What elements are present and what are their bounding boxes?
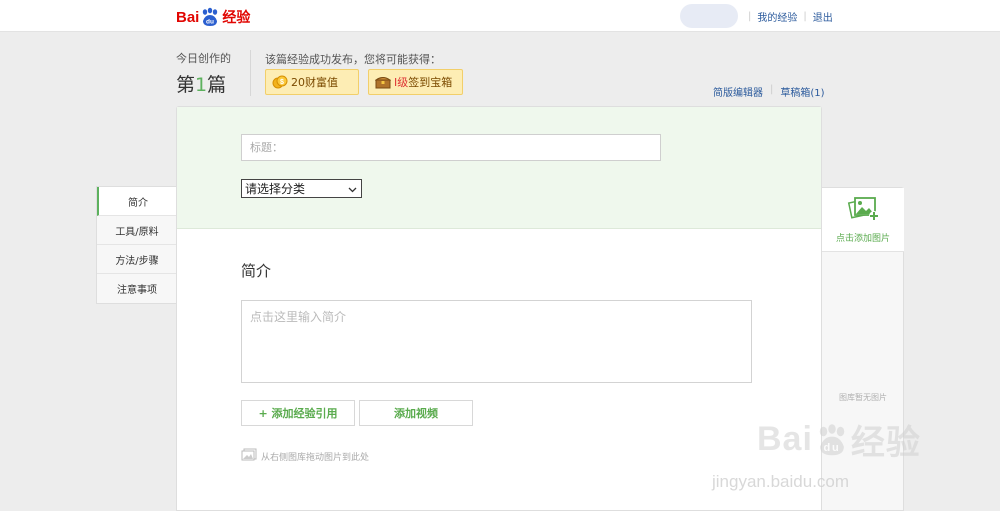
top-links: | 我的经验 | 退出 — [742, 9, 833, 24]
add-image-label: 点击添加图片 — [835, 234, 890, 244]
coin-icon: $ — [272, 74, 288, 90]
divider: | — [803, 11, 807, 22]
user-avatar[interactable] — [680, 4, 738, 28]
intro-heading: 简介 — [241, 262, 272, 280]
today-label: 今日创作的 — [176, 52, 231, 65]
watermark-jingyan: 经验 — [850, 424, 921, 462]
reward-label: 该篇经验成功发布，您将可能获得： — [265, 53, 441, 66]
level-text: 签到宝箱 — [408, 76, 453, 89]
title-section: 请选择分类 — [177, 107, 821, 229]
image-icon — [241, 448, 257, 464]
intro-textarea[interactable] — [241, 300, 752, 383]
add-quote-button[interactable]: + 添加经验引用 — [241, 400, 355, 426]
watermark-url: jingyan.baidu.com — [712, 472, 850, 491]
logo-text-du: du — [206, 19, 214, 26]
baidu-watermark: Bai du 经验 — [757, 415, 921, 464]
baidu-jingyan-logo[interactable]: Bai du 经验 — [176, 6, 250, 28]
divider: | — [770, 84, 774, 95]
treasure-chest-icon — [374, 74, 392, 90]
nav-item-tools[interactable]: 工具/原料 — [97, 216, 177, 245]
drag-hint-text: 从右侧图库拖动图片到此处 — [261, 452, 370, 463]
top-bar: Bai du 经验 | 我的经验 | 退出 — [0, 0, 1000, 32]
level-prefix: I级 — [394, 76, 409, 89]
watermark-logo: Bai du 经验 — [757, 415, 921, 464]
title-input[interactable] — [241, 134, 661, 161]
today-prefix: 第 — [176, 74, 196, 96]
my-jingyan-link[interactable]: 我的经验 — [757, 9, 797, 24]
watermark-paw-icon: du — [815, 423, 849, 457]
level-badge: I级 签到宝箱 — [368, 69, 463, 95]
logout-link[interactable]: 退出 — [813, 9, 833, 24]
today-suffix: 篇 — [207, 74, 227, 96]
nav-item-notes[interactable]: 注意事项 — [97, 274, 177, 303]
editor-card: 请选择分类 简介 + 添加经验引用 添加视频 从右侧图库拖动图片到此处 — [176, 106, 822, 511]
add-video-button[interactable]: 添加视频 — [359, 400, 473, 426]
logo-text-jingyan: 经验 — [222, 10, 251, 26]
chevron-down-icon — [348, 183, 357, 197]
logo-text-bai: Bai — [176, 8, 200, 26]
category-select[interactable]: 请选择分类 — [241, 179, 362, 198]
today-number: 1 — [195, 74, 208, 96]
simple-editor-link[interactable]: 简版编辑器 — [713, 84, 763, 99]
today-count: 第1篇 — [176, 70, 226, 97]
drafts-link[interactable]: 草稿箱(1) — [780, 84, 824, 99]
section-nav: 简介 工具/原料 方法/步骤 注意事项 — [96, 186, 177, 304]
paw-icon: du — [200, 7, 220, 27]
nav-item-intro[interactable]: 简介 — [97, 187, 177, 216]
drag-hint: 从右侧图库拖动图片到此处 — [241, 448, 369, 464]
svg-text:$: $ — [280, 79, 284, 86]
gallery-empty-text: 图库暂无图片 — [839, 393, 887, 402]
watermark-bai: Bai — [757, 420, 813, 458]
editor-links: 简版编辑器 | 草稿箱(1) — [713, 84, 825, 99]
nav-item-steps[interactable]: 方法/步骤 — [97, 245, 177, 274]
add-image-button[interactable]: 点击添加图片 — [822, 188, 904, 252]
category-selected-value: 请选择分类 — [245, 182, 306, 196]
divider: | — [748, 11, 752, 22]
wealth-badge: $ 20财富值 — [265, 69, 359, 95]
wealth-text: 20财富值 — [291, 76, 338, 89]
watermark-du: du — [823, 442, 840, 454]
header-divider — [250, 50, 251, 96]
add-picture-icon — [846, 195, 880, 227]
